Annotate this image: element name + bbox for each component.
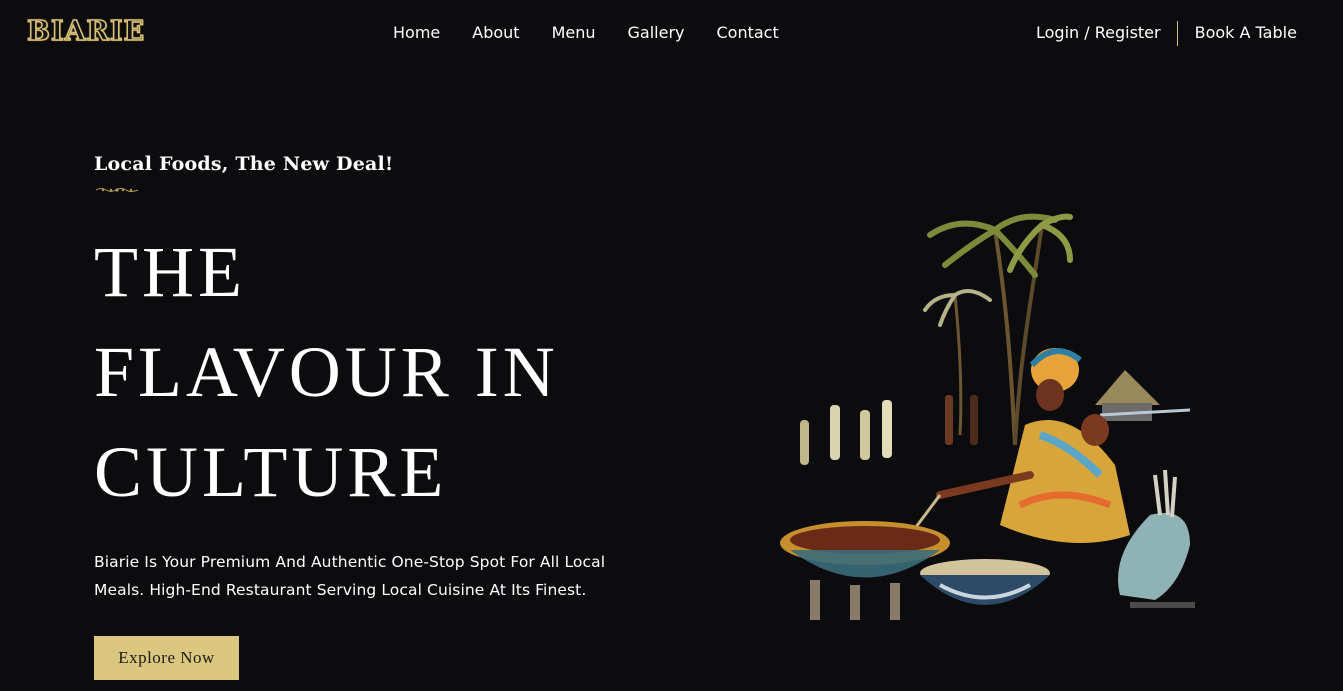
headline-line: FLAVOUR IN	[94, 332, 559, 412]
nav-about-link[interactable]: About	[472, 22, 519, 44]
nav-gallery-link[interactable]: Gallery	[628, 22, 685, 44]
explore-now-button[interactable]: Explore Now	[94, 636, 239, 680]
cooking-pot-icon	[780, 521, 1050, 620]
hut-icon	[1095, 370, 1191, 421]
login-register-link[interactable]: Login / Register	[1036, 20, 1161, 46]
header-divider	[1176, 20, 1178, 46]
basket-icon	[1118, 469, 1195, 608]
headline-line: THE	[94, 232, 246, 312]
brand-logo[interactable]: BIARIE	[26, 14, 159, 50]
ornament-divider-icon	[95, 188, 139, 192]
villagers-icon	[800, 395, 978, 465]
header-actions: Login / Register Book A Table	[1036, 20, 1297, 46]
main-nav: Home About Menu Gallery Contact	[393, 22, 811, 44]
nav-contact-link[interactable]: Contact	[716, 22, 778, 44]
hero-description: Biarie Is Your Premium And Authentic One…	[94, 553, 606, 599]
nav-menu-link[interactable]: Menu	[552, 22, 596, 44]
logo-wordmark: BIARIE	[26, 15, 146, 48]
nav-home-link[interactable]: Home	[393, 22, 440, 44]
page: BIARIE Home About Menu Gallery Contact L…	[0, 0, 1343, 691]
hero-tagline: Local Foods, The New Deal!	[94, 153, 394, 175]
book-table-link[interactable]: Book A Table	[1195, 20, 1297, 46]
hero-headline: THE FLAVOUR IN CULTURE	[94, 222, 559, 522]
hero-artwork-illustration	[780, 213, 1195, 620]
headline-line: CULTURE	[94, 432, 448, 512]
